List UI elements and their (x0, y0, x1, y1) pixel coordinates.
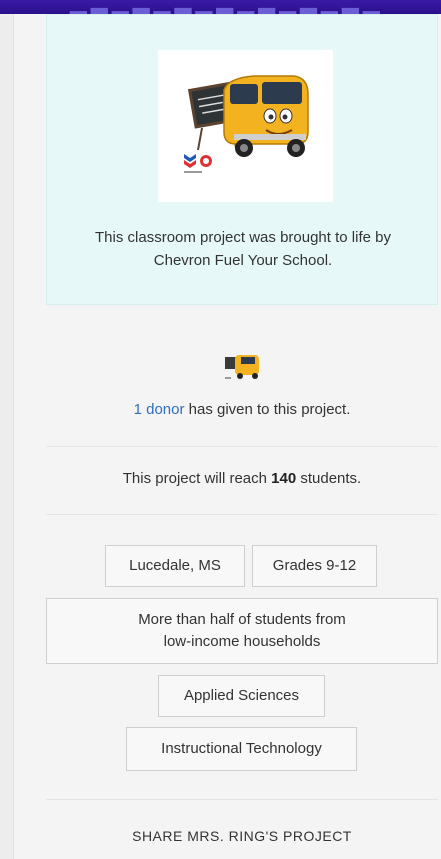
divider (46, 514, 438, 515)
school-bus-icon (184, 75, 309, 173)
donor-avatar (223, 347, 263, 385)
sponsor-image (158, 50, 333, 202)
reach-suffix: students. (296, 470, 362, 487)
reach-summary: This project will reach 140 students. (46, 470, 438, 487)
tag-subject-instructional-technology[interactable]: Instructional Technology (126, 727, 357, 771)
donor-count-link[interactable]: 1 donor (134, 401, 185, 418)
left-gutter (0, 14, 14, 859)
student-count: 140 (271, 470, 297, 487)
school-bus-thumbnail-icon (225, 355, 259, 379)
tag-subject-applied-sciences[interactable]: Applied Sciences (158, 675, 325, 717)
share-project-heading: SHARE MRS. RING'S PROJECT (132, 828, 352, 844)
sponsor-panel: This classroom project was brought to li… (46, 14, 438, 305)
sponsor-description: This classroom project was brought to li… (95, 229, 391, 269)
header-bar-partial-text: ▁▂▁▂▁▂▁▂▁▂▁▂▁▂▁ (70, 0, 384, 14)
donor-summary: 1 donor has given to this project. (46, 401, 438, 418)
donor-summary-text: has given to this project. (184, 401, 351, 418)
divider (46, 446, 438, 447)
header-bar: ▁▂▁▂▁▂▁▂▁▂▁▂▁▂▁ (0, 0, 441, 14)
tag-grades[interactable]: Grades 9-12 (252, 545, 377, 587)
divider (46, 799, 438, 800)
reach-prefix: This project will reach (122, 470, 272, 487)
tag-location[interactable]: Lucedale, MS (105, 545, 245, 587)
tag-poverty-level[interactable]: More than half of students from low-inco… (46, 598, 438, 664)
